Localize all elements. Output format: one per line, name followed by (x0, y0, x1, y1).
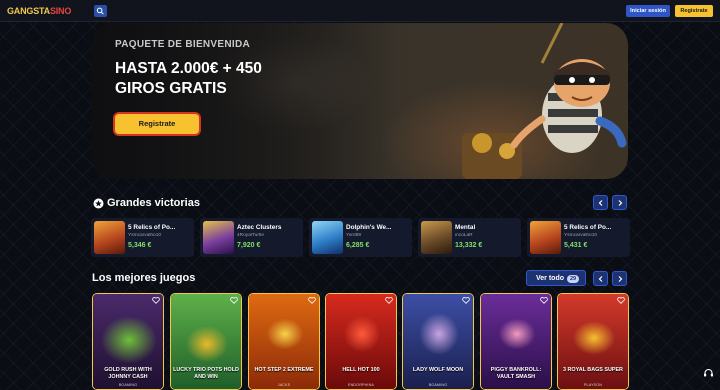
win-amount: 5,346 € (128, 242, 152, 249)
login-button[interactable]: Iniciar sesión (626, 5, 670, 17)
win-amount: 7,920 € (237, 242, 261, 249)
win-user: incoLaR (455, 233, 473, 238)
win-card[interactable]: Dolphin's We... Yord89 6,285 € (309, 218, 412, 257)
headset-support-icon[interactable] (703, 368, 714, 378)
register-button[interactable]: Registrate (675, 5, 713, 17)
win-card[interactable]: 5 Relics of Po... Ysmcarvalho10 5,431 € (527, 218, 630, 257)
see-all-label: Ver todo (536, 275, 565, 282)
welcome-banner[interactable]: PAQUETE DE BIENVENIDA HASTA 2.000€ + 450… (92, 23, 628, 179)
game-tile[interactable]: GOLD RUSH WITH JOHNNY CASH BGAMING (92, 293, 164, 390)
heart-icon[interactable] (152, 297, 160, 304)
hero-register-button[interactable]: Registrate (115, 114, 199, 134)
win-game-thumbnail (530, 221, 561, 254)
win-card[interactable]: Mental incoLaR 13,332 € (418, 218, 521, 257)
win-user: Ysmcarvalho10 (128, 233, 162, 238)
heart-icon[interactable] (462, 297, 470, 304)
game-provider: BGAMING (428, 383, 448, 387)
wins-prev-button[interactable] (593, 195, 608, 210)
game-title: GOLD RUSH WITH JOHNNY CASH (104, 367, 152, 380)
win-game-name: Aztec Clusters (237, 224, 282, 231)
game-provider: ENDORPHINA (348, 383, 374, 387)
game-title: LUCKY TRIO POTS HOLD AND WIN (173, 367, 239, 380)
chevron-right-icon (618, 276, 623, 282)
game-tile[interactable]: HELL HOT 100 ENDORPHINA (325, 293, 397, 390)
win-amount: 5,431 € (564, 242, 588, 249)
win-amount: 6,285 € (346, 242, 370, 249)
heart-icon[interactable] (617, 297, 625, 304)
top-games-title: Los mejores juegos (92, 272, 196, 284)
heart-icon[interactable] (230, 297, 238, 304)
win-card[interactable]: 5 Relics of Po... Ysmcarvalho10 5,346 € (91, 218, 194, 257)
win-game-thumbnail (312, 221, 343, 254)
game-tile[interactable]: HOT STEP 2 EXTREME JACKS (248, 293, 320, 390)
game-provider: PLAYSON (583, 383, 603, 387)
top-bar: GANGSTASINO Iniciar sesión Registrate (0, 0, 720, 22)
game-title: 3 ROYAL BAGS SUPER (563, 367, 623, 373)
win-game-thumbnail (421, 221, 452, 254)
see-all-count-badge: 29 (567, 275, 579, 283)
game-title: PIGGY BANKROLL: VAULT SMASH (490, 367, 542, 380)
search-icon (96, 7, 104, 15)
logo-part-1: GANGSTA (7, 6, 50, 16)
logo[interactable]: GANGSTASINO (7, 5, 71, 17)
games-prev-button[interactable] (593, 271, 608, 286)
heart-icon[interactable] (385, 297, 393, 304)
game-tile[interactable]: LADY WOLF MOON BGAMING (402, 293, 474, 390)
hero-title-line-1: HASTA 2.000€ + 450 (115, 60, 262, 77)
game-provider: JACKS (277, 383, 291, 387)
game-tile[interactable]: 3 ROYAL BAGS SUPER PLAYSON (557, 293, 629, 390)
wins-next-button[interactable] (612, 195, 627, 210)
games-next-button[interactable] (612, 271, 627, 286)
game-title: LADY WOLF MOON (412, 367, 464, 373)
win-user: Ysmcarvalho10 (564, 233, 598, 238)
game-tile[interactable]: PIGGY BANKROLL: VAULT SMASH (480, 293, 552, 390)
heart-icon[interactable] (308, 297, 316, 304)
logo-part-2: SINO (49, 6, 72, 16)
hero-kicker: PAQUETE DE BIENVENIDA (115, 39, 251, 50)
big-wins-title: Grandes victorias (107, 197, 200, 209)
chevron-left-icon (598, 276, 603, 282)
game-provider: BGAMING (118, 383, 138, 387)
win-game-name: Dolphin's We... (346, 224, 392, 231)
game-artwork (558, 294, 628, 389)
chevron-left-icon (598, 200, 603, 206)
hero-title: HASTA 2.000€ + 450 GIROS GRATIS (115, 59, 315, 99)
win-game-name: 5 Relics of Po... (564, 224, 612, 231)
win-game-thumbnail (94, 221, 125, 254)
chevron-right-icon (618, 200, 623, 206)
game-artwork (249, 294, 319, 389)
game-artwork (326, 294, 396, 389)
game-title: HOT STEP 2 EXTREME (254, 367, 314, 373)
win-card[interactable]: Aztec Clusters 4RoyalTurtle 7,920 € (200, 218, 303, 257)
heart-icon[interactable] (540, 297, 548, 304)
robber-mascot-illustration (462, 23, 627, 179)
win-user: 4RoyalTurtle (237, 233, 265, 238)
win-game-name: Mental (455, 224, 476, 231)
hero-title-line-2: GIROS GRATIS (115, 80, 227, 97)
win-game-thumbnail (203, 221, 234, 254)
win-game-name: 5 Relics of Po... (128, 224, 176, 231)
star-icon (93, 198, 104, 209)
game-title: HELL HOT 100 (342, 367, 380, 373)
see-all-button[interactable]: Ver todo 29 (526, 270, 586, 286)
win-amount: 13,332 € (455, 242, 483, 249)
game-tile[interactable]: LUCKY TRIO POTS HOLD AND WIN (170, 293, 242, 390)
search-button[interactable] (94, 5, 107, 17)
win-user: Yord89 (346, 233, 362, 238)
game-artwork (403, 294, 473, 389)
